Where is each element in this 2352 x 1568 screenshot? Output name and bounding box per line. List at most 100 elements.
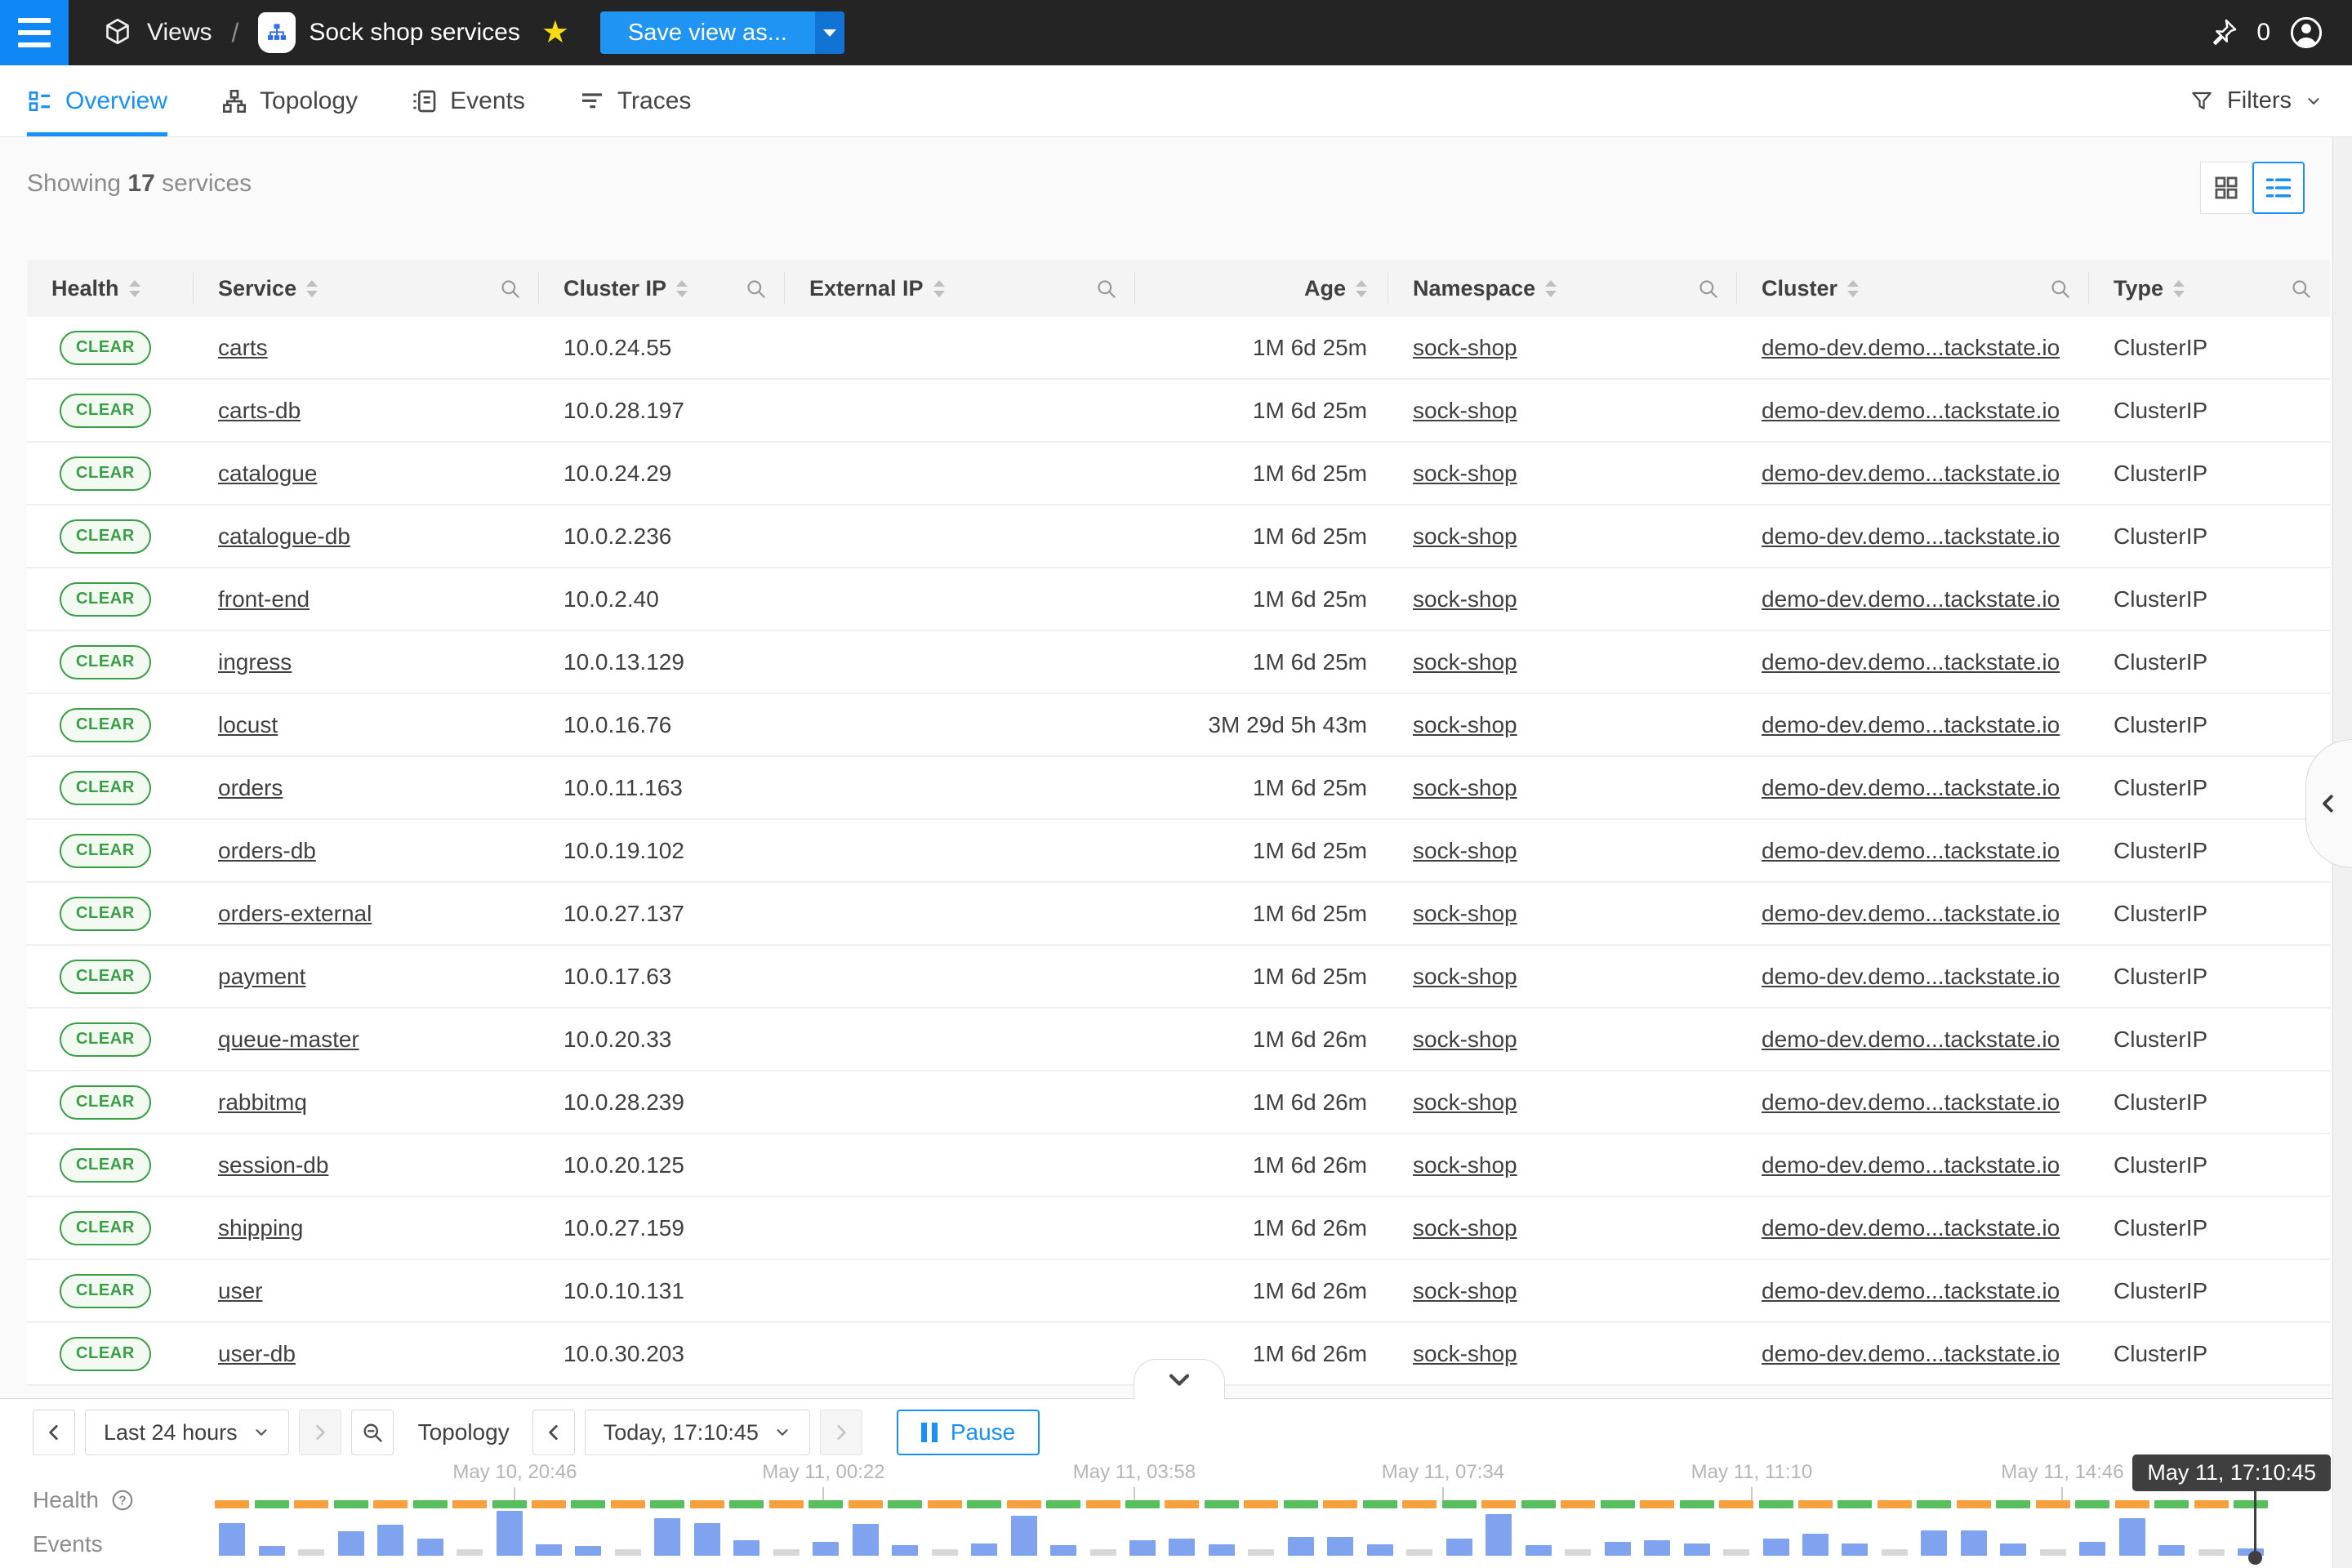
- event-bar[interactable]: [1526, 1545, 1552, 1556]
- table-row[interactable]: CLEAR locust 10.0.16.76 3M 29d 5h 43m so…: [27, 694, 2330, 757]
- hamburger-menu-button[interactable]: [0, 0, 69, 65]
- current-time-marker-line[interactable]: [2254, 1489, 2256, 1556]
- health-segment[interactable]: [492, 1500, 527, 1508]
- health-segment[interactable]: [1125, 1500, 1160, 1508]
- health-segment[interactable]: [2115, 1500, 2149, 1508]
- health-segment[interactable]: [1442, 1500, 1477, 1508]
- health-segment[interactable]: [1719, 1500, 1753, 1508]
- service-link[interactable]: orders-external: [218, 901, 372, 927]
- event-bar[interactable]: [1327, 1537, 1353, 1556]
- health-segment[interactable]: [1244, 1500, 1278, 1508]
- column-header-age[interactable]: Age: [1135, 260, 1388, 317]
- namespace-link[interactable]: sock-shop: [1413, 1278, 1517, 1304]
- health-segment[interactable]: [967, 1500, 1001, 1508]
- service-link[interactable]: user-db: [218, 1341, 296, 1367]
- user-avatar[interactable]: [2288, 15, 2324, 51]
- column-header-health[interactable]: Health: [27, 260, 194, 317]
- namespace-link[interactable]: sock-shop: [1413, 398, 1517, 424]
- event-bar[interactable]: [1209, 1544, 1235, 1556]
- event-bar[interactable]: [1961, 1530, 1987, 1556]
- table-row[interactable]: CLEAR session-db 10.0.20.125 1M 6d 26m s…: [27, 1134, 2330, 1197]
- health-segment[interactable]: [1957, 1500, 1991, 1508]
- cluster-link[interactable]: demo-dev.demo...tackstate.io: [1762, 523, 2060, 550]
- event-bar[interactable]: [1288, 1537, 1314, 1556]
- health-segment[interactable]: [1759, 1500, 1793, 1508]
- event-bar[interactable]: [338, 1531, 364, 1556]
- namespace-link[interactable]: sock-shop: [1413, 1341, 1517, 1367]
- cluster-link[interactable]: demo-dev.demo...tackstate.io: [1762, 964, 2060, 990]
- search-icon[interactable]: [745, 278, 767, 300]
- namespace-link[interactable]: sock-shop: [1413, 523, 1517, 550]
- service-link[interactable]: queue-master: [218, 1027, 359, 1053]
- health-segment[interactable]: [532, 1500, 566, 1508]
- event-bar[interactable]: [1486, 1514, 1512, 1556]
- search-icon[interactable]: [2290, 278, 2312, 300]
- health-segment[interactable]: [769, 1500, 804, 1508]
- tab-events[interactable]: Events: [412, 65, 525, 136]
- namespace-link[interactable]: sock-shop: [1413, 775, 1517, 801]
- table-row[interactable]: CLEAR orders-db 10.0.19.102 1M 6d 25m so…: [27, 820, 2330, 883]
- event-bar[interactable]: [259, 1546, 285, 1556]
- health-segment[interactable]: [1917, 1500, 1951, 1508]
- event-bar[interactable]: [298, 1549, 324, 1556]
- pin-icon[interactable]: [2207, 17, 2238, 48]
- event-bar[interactable]: [615, 1549, 641, 1556]
- event-bar[interactable]: [2079, 1542, 2105, 1556]
- cluster-link[interactable]: demo-dev.demo...tackstate.io: [1762, 901, 2060, 927]
- event-bar[interactable]: [1446, 1539, 1472, 1556]
- event-bar[interactable]: [417, 1539, 443, 1556]
- health-segment[interactable]: [849, 1500, 883, 1508]
- health-segment[interactable]: [294, 1500, 328, 1508]
- save-view-as-caret-button[interactable]: [815, 11, 844, 54]
- event-bar[interactable]: [1684, 1544, 1710, 1556]
- service-link[interactable]: orders-db: [218, 838, 316, 864]
- event-bar[interactable]: [813, 1542, 839, 1556]
- health-segment[interactable]: [690, 1500, 724, 1508]
- save-view-as-button[interactable]: Save view as...: [600, 11, 815, 54]
- health-segment[interactable]: [1798, 1500, 1833, 1508]
- event-bar[interactable]: [1763, 1539, 1789, 1556]
- health-segment[interactable]: [928, 1500, 962, 1508]
- namespace-link[interactable]: sock-shop: [1413, 1152, 1517, 1178]
- namespace-link[interactable]: sock-shop: [1413, 335, 1517, 361]
- service-link[interactable]: rabbitmq: [218, 1089, 307, 1116]
- cluster-link[interactable]: demo-dev.demo...tackstate.io: [1762, 1278, 2060, 1304]
- service-link[interactable]: session-db: [218, 1152, 328, 1178]
- service-link[interactable]: catalogue: [218, 461, 317, 487]
- health-segment[interactable]: [2154, 1500, 2189, 1508]
- cluster-link[interactable]: demo-dev.demo...tackstate.io: [1762, 838, 2060, 864]
- health-segment[interactable]: [334, 1500, 368, 1508]
- event-bar[interactable]: [773, 1549, 800, 1556]
- help-icon[interactable]: ?: [110, 1488, 135, 1512]
- table-row[interactable]: CLEAR rabbitmq 10.0.28.239 1M 6d 26m soc…: [27, 1071, 2330, 1134]
- table-row[interactable]: CLEAR shipping 10.0.27.159 1M 6d 26m soc…: [27, 1197, 2330, 1260]
- event-bar[interactable]: [536, 1544, 562, 1556]
- event-bar[interactable]: [1842, 1544, 1868, 1556]
- health-segment[interactable]: [2234, 1500, 2268, 1508]
- event-bar[interactable]: [575, 1546, 601, 1556]
- event-bar[interactable]: [457, 1549, 483, 1556]
- event-bar[interactable]: [1802, 1534, 1829, 1556]
- sort-icon[interactable]: [933, 280, 945, 297]
- service-link[interactable]: catalogue-db: [218, 523, 350, 550]
- table-row[interactable]: CLEAR queue-master 10.0.20.33 1M 6d 26m …: [27, 1009, 2330, 1071]
- tab-traces[interactable]: Traces: [579, 65, 692, 136]
- event-bar[interactable]: [2119, 1518, 2145, 1556]
- time-range-dropdown[interactable]: Last 24 hours: [85, 1410, 289, 1455]
- health-segment[interactable]: [650, 1500, 684, 1508]
- table-row[interactable]: CLEAR orders 10.0.11.163 1M 6d 25m sock-…: [27, 757, 2330, 820]
- event-bar[interactable]: [1011, 1516, 1037, 1556]
- health-segment[interactable]: [1481, 1500, 1516, 1508]
- table-row[interactable]: CLEAR user 10.0.10.131 1M 6d 26m sock-sh…: [27, 1260, 2330, 1323]
- health-segment[interactable]: [1680, 1500, 1714, 1508]
- timeline-collapse-button[interactable]: [1134, 1359, 1225, 1399]
- cluster-link[interactable]: demo-dev.demo...tackstate.io: [1762, 461, 2060, 487]
- event-bar[interactable]: [1882, 1549, 1908, 1556]
- time-step-back-button[interactable]: [532, 1410, 575, 1455]
- search-icon[interactable]: [499, 278, 521, 300]
- health-segment[interactable]: [255, 1500, 289, 1508]
- event-bar[interactable]: [694, 1523, 720, 1556]
- health-segment[interactable]: [1205, 1500, 1239, 1508]
- event-bar[interactable]: [853, 1524, 879, 1556]
- health-segment[interactable]: [729, 1500, 764, 1508]
